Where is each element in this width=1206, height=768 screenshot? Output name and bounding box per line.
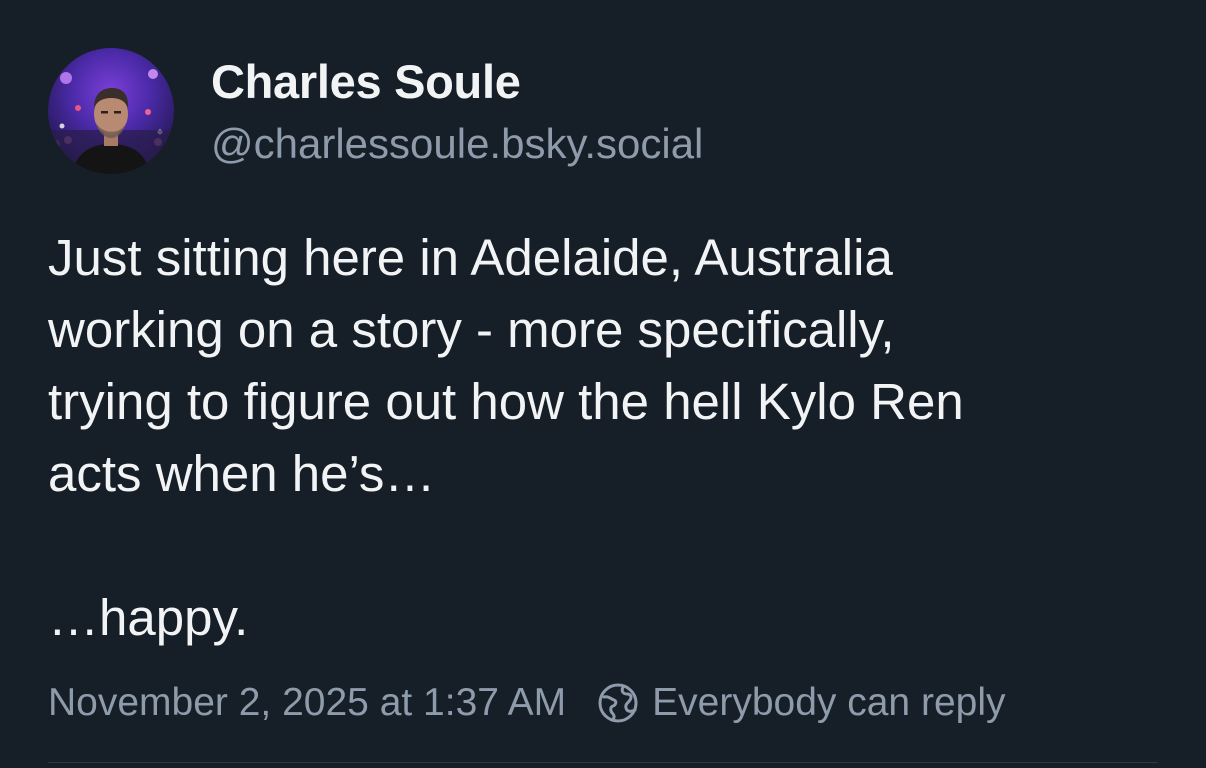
author-display-name[interactable]: Charles Soule <box>211 54 521 109</box>
post-text-line: Just sitting here in Adelaide, Australia <box>48 229 893 286</box>
post-text-line: working on a story - more specifically, <box>48 301 895 358</box>
avatar[interactable] <box>48 48 174 174</box>
post-text-line: acts when he’s… <box>48 445 436 502</box>
avatar-image <box>48 48 174 174</box>
reply-setting-label: Everybody can reply <box>652 681 1006 724</box>
post-text-line: trying to figure out how the hell Kylo R… <box>48 373 964 430</box>
globe-icon <box>596 681 640 725</box>
post-meta: November 2, 2025 at 1:37 AM Everybody ca… <box>48 678 1005 728</box>
post-timestamp[interactable]: November 2, 2025 at 1:37 AM <box>48 681 566 725</box>
post[interactable]: Charles Soule @charlessoule.bsky.social … <box>0 0 1206 768</box>
reply-setting[interactable]: Everybody can reply <box>596 681 1005 725</box>
post-text: Just sitting here in Adelaide, Australia… <box>48 222 1158 654</box>
divider <box>48 762 1158 763</box>
author-handle[interactable]: @charlessoule.bsky.social <box>211 120 703 168</box>
post-text-line: …happy. <box>48 589 249 646</box>
